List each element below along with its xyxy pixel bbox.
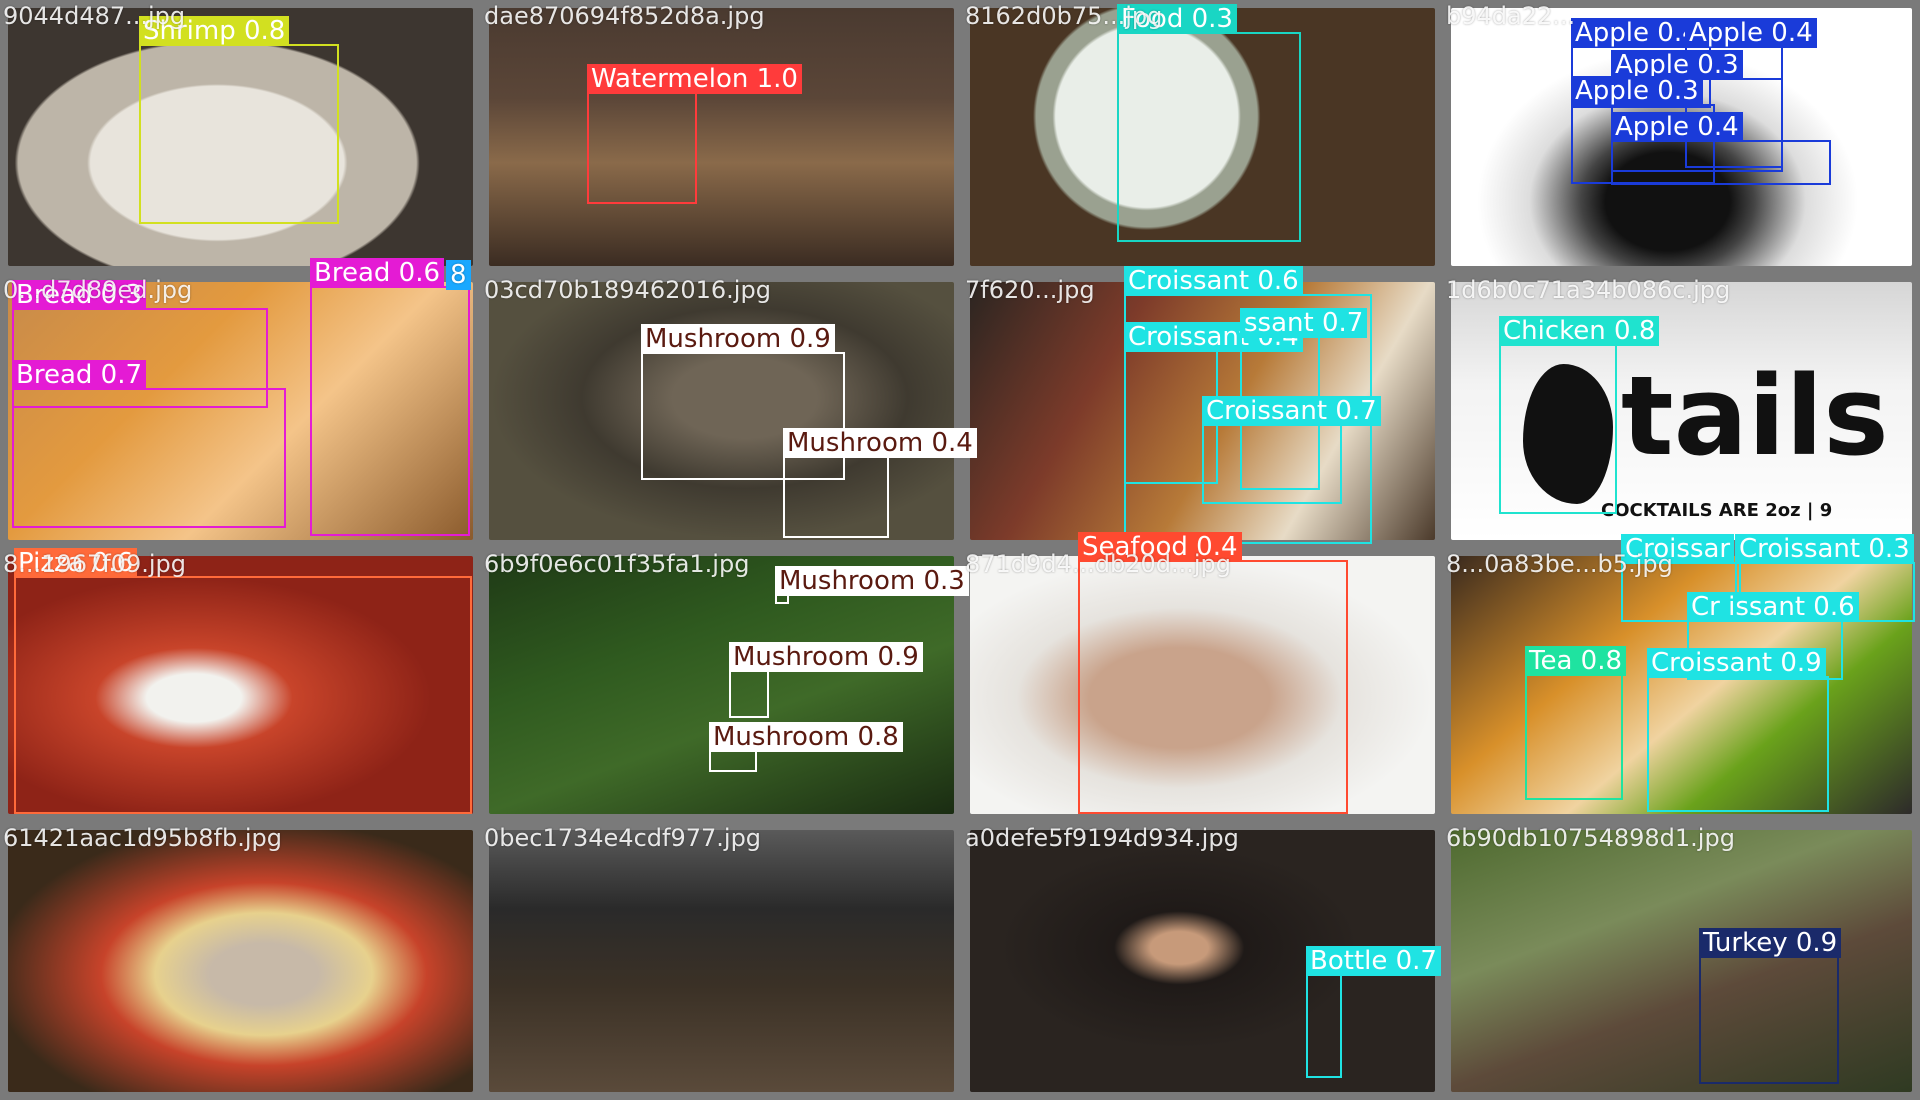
- image-filename: 61421aac1d95b8fb.jpg: [3, 824, 282, 852]
- box-label: Croissant 0.7: [1202, 396, 1381, 426]
- result-tile: 8...1967f09.jpg Pizza 0.6: [0, 548, 481, 822]
- bounding-box: Shrimp 0.8: [139, 16, 339, 224]
- box-label: Bread 0.6: [310, 258, 445, 288]
- image-filename: 6b90db10754898d1.jpg: [1446, 824, 1735, 852]
- box-label: Mushroom 0.9: [641, 324, 835, 354]
- result-tile: 0...d7d89ed.jpg Bread 0.3 Bread 0.7 Brea…: [0, 258, 481, 548]
- bounding-box: Watermelon 1.0: [587, 64, 802, 204]
- image-filename: 7f620...jpg: [965, 276, 1095, 304]
- detection-image: [8, 830, 473, 1092]
- bounding-box: Turkey 0.9: [1699, 928, 1842, 1084]
- result-tile: 8162d0b75...jpg Food 0.3: [962, 0, 1443, 274]
- result-tile: 6b9f0e6c01f35fa1.jpg Mushroom 0.3 Mushro…: [481, 548, 969, 822]
- result-tile: b94da22... Apple 0.4 Apple 0.4 Apple 0.3…: [1443, 0, 1920, 274]
- bounding-box: Mushroom 0.9: [729, 642, 923, 718]
- result-tile: 0bec1734e4cdf977.jpg: [481, 822, 962, 1100]
- box-label: Croissant 0.9: [1647, 648, 1826, 678]
- result-tile: 6b90db10754898d1.jpg Turkey 0.9: [1443, 822, 1920, 1100]
- box-label: Apple 0.4: [1611, 112, 1743, 142]
- image-filename: a0defe5f9194d934.jpg: [965, 824, 1239, 852]
- box-label: Mushroom 0.4: [783, 428, 977, 458]
- box-label: Mushroom 0.9: [729, 642, 923, 672]
- image-filename: 0bec1734e4cdf977.jpg: [484, 824, 762, 852]
- box-label: Watermelon 1.0: [587, 64, 802, 94]
- result-tile: a0defe5f9194d934.jpg Bottle 0.7: [962, 822, 1443, 1100]
- result-tile: 7f620...jpg Croissant 0.6 Croissant 0.4 …: [962, 266, 1443, 548]
- image-filename: 9044d487...jpg: [3, 2, 186, 30]
- image-filename: 03cd70b189462016.jpg: [484, 276, 771, 304]
- image-filename: 871d9d4...db20d...jpg: [965, 550, 1231, 578]
- image-filename: 8...0a83be...b5.jpg: [1446, 550, 1673, 578]
- bounding-box: Croissant 0.7: [1202, 396, 1381, 504]
- box-label: Croissant 0.6: [1124, 266, 1303, 296]
- result-tile: 8...0a83be...b5.jpg Croissar Croissant 0…: [1443, 534, 1920, 822]
- box-label: Tea 0.8: [1525, 646, 1627, 676]
- result-tile: dae870694f852d8a.jpg Watermelon 1.0: [481, 0, 962, 274]
- box-label: Apple 0.3: [1571, 76, 1703, 106]
- logo-subtext: COCKTAILS ARE 2oz | 9: [1601, 500, 1833, 521]
- bounding-box: Apple 0.4: [1611, 112, 1831, 185]
- bounding-box: Bottle 0.7: [1306, 946, 1441, 1078]
- bounding-box: Chicken 0.8: [1499, 316, 1660, 514]
- bounding-box: Seafood 0.4: [1078, 532, 1348, 814]
- box-label: Bread 0.7: [12, 360, 147, 390]
- box-label: Apple 0.4: [1571, 18, 1703, 48]
- detection-image: [489, 8, 954, 266]
- image-filename: 0...d7d89ed.jpg: [3, 276, 193, 304]
- box-label-fragment: 8: [446, 260, 471, 290]
- result-tile: 03cd70b189462016.jpg Mushroom 0.9 Mushro…: [481, 274, 977, 548]
- image-filename: 8162d0b75...jpg: [965, 2, 1163, 30]
- box-label: Chicken 0.8: [1499, 316, 1660, 346]
- box-label: Turkey 0.9: [1699, 928, 1842, 958]
- image-filename: 6b9f0e6c01f35fa1.jpg: [484, 550, 750, 578]
- bounding-box: Tea 0.8: [1525, 646, 1627, 800]
- bounding-box: Mushroom 0.8: [709, 722, 903, 772]
- bounding-box: Bread 0.6: [310, 258, 470, 536]
- box-label: Apple 0.4: [1685, 18, 1817, 48]
- box-label: Bottle 0.7: [1306, 946, 1441, 976]
- bounding-box: Mushroom 0.3: [775, 566, 969, 604]
- image-filename: 1d6b0c71a34b086c.jpg: [1446, 276, 1731, 304]
- detection-image: [1451, 830, 1912, 1092]
- bounding-box: Bread 0.7: [12, 360, 286, 528]
- result-tile: 871d9d4...db20d...jpg Seafood 0.4: [962, 532, 1443, 822]
- bounding-box: Food 0.3: [1117, 4, 1301, 242]
- result-tile: 9044d487...jpg Shrimp 0.8: [0, 0, 481, 274]
- result-tile: 61421aac1d95b8fb.jpg: [0, 822, 481, 1100]
- box-label: Croissant 0.3: [1735, 534, 1914, 564]
- image-filename: b94da22...: [1446, 2, 1576, 30]
- bounding-box: Croissant 0.9: [1647, 648, 1829, 812]
- bounding-box: Pizza 0.6: [14, 548, 472, 814]
- bounding-box: Mushroom 0.4: [783, 428, 977, 538]
- box-label: Cr issant 0.6: [1687, 592, 1859, 622]
- box-label: ssant 0.7: [1240, 308, 1368, 338]
- logo-text: tails: [1621, 352, 1889, 480]
- detection-image: [489, 830, 954, 1092]
- detection-results-grid: 9044d487...jpg Shrimp 0.8 dae870694f852d…: [0, 0, 1920, 1100]
- box-label: Mushroom 0.3: [775, 566, 969, 596]
- box-label: Mushroom 0.8: [709, 722, 903, 752]
- result-tile: tails COCKTAILS ARE 2oz | 9 1d6b0c71a34b…: [1443, 274, 1920, 548]
- image-filename: dae870694f852d8a.jpg: [484, 2, 765, 30]
- image-filename: 8...1967f09.jpg: [3, 550, 186, 578]
